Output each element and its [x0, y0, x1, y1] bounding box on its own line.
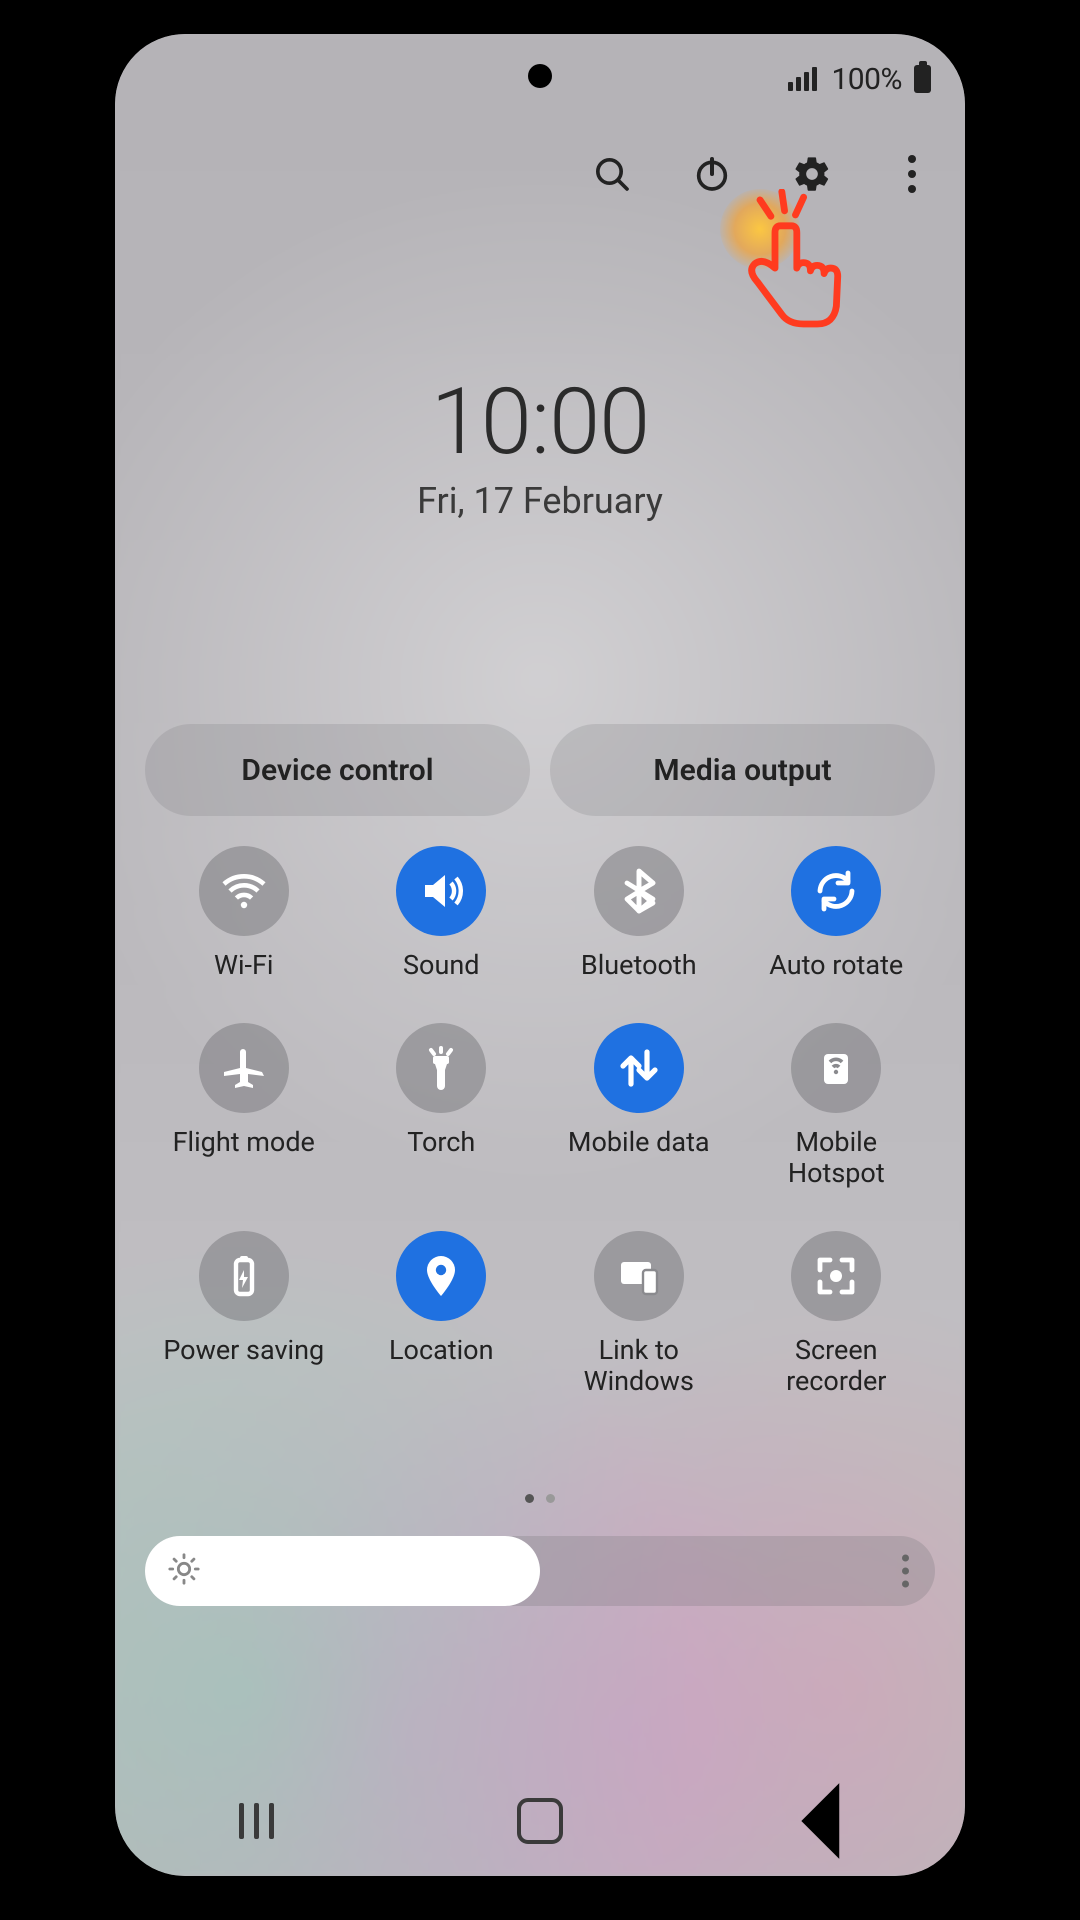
- qs-label: Link to Windows: [549, 1335, 729, 1397]
- qs-tile-linktowindows[interactable]: Link to Windows: [540, 1231, 738, 1397]
- link-windows-icon: [615, 1252, 663, 1300]
- qs-label: Power saving: [163, 1335, 324, 1366]
- device-frame: 100% 10:00 F: [115, 34, 965, 1876]
- qs-label: Torch: [407, 1127, 475, 1158]
- more-button[interactable]: [887, 149, 937, 199]
- camera-cutout: [528, 64, 552, 88]
- qs-label: Screen recorder: [746, 1335, 926, 1397]
- qs-tile-mobiledata[interactable]: Mobile data: [540, 1023, 738, 1189]
- qs-label: Auto rotate: [769, 950, 903, 981]
- rotate-icon: [812, 867, 860, 915]
- more-vert-icon: [908, 155, 916, 193]
- qs-tile-screenrecorder[interactable]: Screen recorder: [738, 1231, 936, 1397]
- battery-saver-icon: [220, 1252, 268, 1300]
- search-icon: [592, 154, 632, 194]
- nav-back-button[interactable]: [758, 1791, 888, 1851]
- volume-icon: [417, 867, 465, 915]
- clock-time: 10:00: [115, 369, 965, 476]
- qs-label: Location: [389, 1335, 493, 1366]
- panel-header-actions: [587, 149, 937, 199]
- page-dot: [546, 1494, 555, 1503]
- battery-icon: [914, 65, 931, 93]
- qs-label: Mobile Hotspot: [746, 1127, 926, 1189]
- quick-settings-grid: Wi-Fi Sound Bluetooth Auto rotate Flight…: [145, 846, 935, 1397]
- qs-tile-bluetooth[interactable]: Bluetooth: [540, 846, 738, 981]
- page-dot-active: [525, 1494, 534, 1503]
- qs-tile-flightmode[interactable]: Flight mode: [145, 1023, 343, 1189]
- qs-label: Bluetooth: [581, 950, 697, 981]
- back-icon: [758, 1756, 888, 1876]
- qs-tile-mobilehotspot[interactable]: Mobile Hotspot: [738, 1023, 936, 1189]
- screen-record-icon: [812, 1252, 860, 1300]
- flashlight-icon: [417, 1044, 465, 1092]
- nav-home-button[interactable]: [475, 1791, 605, 1851]
- location-pin-icon: [417, 1252, 465, 1300]
- battery-percent: 100%: [831, 62, 902, 97]
- brightness-slider[interactable]: [145, 1536, 935, 1606]
- clock-date: Fri, 17 February: [115, 480, 965, 522]
- bluetooth-icon: [615, 867, 663, 915]
- pill-label: Device control: [241, 753, 433, 788]
- nav-recents-button[interactable]: [192, 1791, 322, 1851]
- qs-tile-torch[interactable]: Torch: [343, 1023, 541, 1189]
- brightness-sun-icon: [167, 1552, 201, 1590]
- navigation-bar: [115, 1766, 965, 1876]
- qs-tile-powersaving[interactable]: Power saving: [145, 1231, 343, 1397]
- home-icon: [517, 1798, 563, 1844]
- qs-tile-wifi[interactable]: Wi-Fi: [145, 846, 343, 981]
- hotspot-icon: [812, 1044, 860, 1092]
- qs-label: Sound: [403, 950, 479, 981]
- qs-label: Flight mode: [173, 1127, 315, 1158]
- recents-icon: [239, 1803, 274, 1839]
- wifi-icon: [220, 867, 268, 915]
- qs-label: Wi-Fi: [214, 950, 273, 981]
- brightness-more-button[interactable]: [902, 1555, 909, 1588]
- qs-tile-autorotate[interactable]: Auto rotate: [738, 846, 936, 981]
- settings-button[interactable]: [787, 149, 837, 199]
- device-control-button[interactable]: Device control: [145, 724, 530, 816]
- power-button[interactable]: [687, 149, 737, 199]
- gear-icon: [792, 154, 832, 194]
- brightness-fill: [145, 1536, 540, 1606]
- media-output-button[interactable]: Media output: [550, 724, 935, 816]
- signal-icon: [788, 67, 817, 91]
- smart-pill-row: Device control Media output: [145, 724, 935, 816]
- qs-label: Mobile data: [568, 1127, 710, 1158]
- qs-tile-sound[interactable]: Sound: [343, 846, 541, 981]
- page-indicator: [115, 1494, 965, 1503]
- qs-tile-location[interactable]: Location: [343, 1231, 541, 1397]
- clock-area: 10:00 Fri, 17 February: [115, 369, 965, 522]
- airplane-icon: [220, 1044, 268, 1092]
- pill-label: Media output: [653, 753, 831, 788]
- data-arrows-icon: [615, 1044, 663, 1092]
- power-icon: [692, 154, 732, 194]
- search-button[interactable]: [587, 149, 637, 199]
